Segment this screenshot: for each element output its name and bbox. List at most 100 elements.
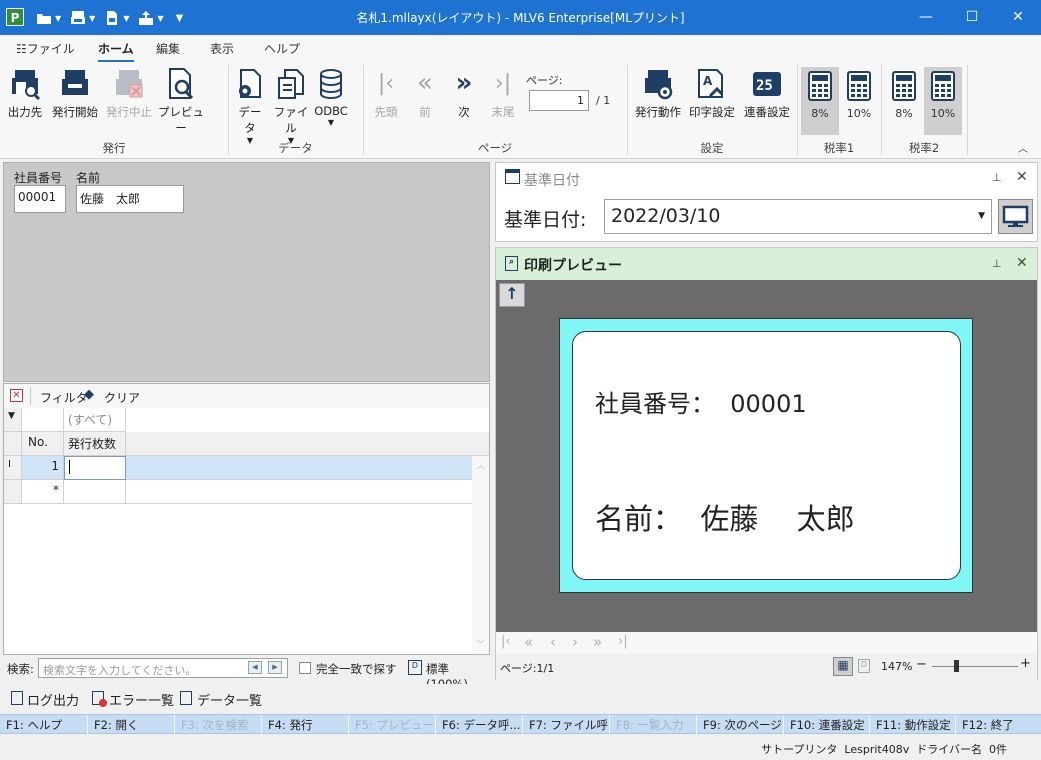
tab-log[interactable]: ログ出力	[27, 690, 79, 709]
column-header-no[interactable]: No.	[22, 432, 64, 456]
double-chevron-right-icon[interactable]: »	[593, 633, 602, 651]
scroll-up-icon[interactable]: ︿	[472, 460, 489, 471]
serial-setting-button[interactable]: 25 連番設定	[742, 68, 792, 120]
group-label-tax1: 税率1	[823, 141, 855, 155]
grid-view-icon[interactable]: ▦	[833, 657, 853, 676]
fkey-f5[interactable]: F5: プレビュー	[349, 715, 436, 734]
double-chevron-left-icon[interactable]: «	[524, 633, 533, 651]
fkey-f12[interactable]: F12: 終了	[956, 715, 1041, 734]
layout-form-area: 社員番号 00001 名前 佐藤 太郎	[3, 162, 490, 382]
tax2-8-button[interactable]: 8%	[885, 67, 923, 135]
close-filter-icon[interactable]: ✕	[10, 389, 23, 402]
data-button[interactable]: データ ▼	[233, 68, 267, 145]
print-setting-button[interactable]: A 印字設定	[688, 68, 736, 120]
last-page-icon[interactable]: ›|	[618, 634, 628, 649]
new-row-marker[interactable]: *	[22, 480, 64, 504]
zoom-doc-icon[interactable]: D	[408, 660, 422, 675]
vertical-scrollbar[interactable]: ︿ ﹀	[472, 456, 489, 654]
search-prev-icon[interactable]: ◀	[248, 661, 262, 674]
chevron-left-icon[interactable]: ‹	[550, 633, 556, 651]
prev-page-button[interactable]: « 前	[408, 68, 442, 120]
maximize-button[interactable]: ☐	[949, 0, 995, 35]
group-label-setting: 設定	[700, 141, 724, 155]
emp-no-field[interactable]: 00001	[14, 185, 66, 213]
filter-cell-count[interactable]: (すべて)	[64, 408, 126, 432]
issue-start-button[interactable]: 発行開始	[50, 68, 100, 120]
close-button[interactable]: ✕	[995, 0, 1041, 35]
fkey-f7[interactable]: F7: ファイル呼...	[523, 715, 610, 734]
exact-match-checkbox[interactable]	[299, 662, 311, 674]
last-page-button[interactable]: ›| 末尾	[486, 68, 520, 120]
printer-gear-icon	[642, 68, 674, 100]
issue-stop-button[interactable]: 発行中止	[104, 68, 154, 120]
zoom-in-icon[interactable]: +	[1020, 656, 1031, 671]
file-button[interactable]: ファイル ▼	[271, 68, 311, 145]
calculator-icon	[931, 71, 955, 101]
print-setting-tools-icon: A	[696, 68, 728, 100]
new-row-count[interactable]	[64, 480, 126, 504]
fkey-f1[interactable]: F1: ヘルプ	[0, 715, 88, 734]
first-page-button[interactable]: |‹ 先頭	[369, 68, 403, 120]
filter-cell-no[interactable]	[22, 408, 64, 432]
single-page-icon[interactable]: D	[858, 659, 870, 673]
chevron-down-icon[interactable]: ▼	[978, 211, 985, 221]
table-row-count-input[interactable]	[64, 456, 126, 480]
label-preview: 社員番号： 00001 名前： 佐藤 太郎	[559, 318, 973, 593]
fkey-f3[interactable]: F3: 次を検索	[175, 715, 262, 734]
printer-status: サトープリンタ Lesprit408v ドライバー名 0件	[761, 743, 1007, 756]
fkey-f11[interactable]: F11: 動作設定	[870, 715, 956, 734]
monitor-button[interactable]	[998, 199, 1033, 234]
pin-icon[interactable]: ⊥	[992, 257, 1002, 270]
collapse-ribbon-icon[interactable]: ︿	[1018, 140, 1028, 155]
tax2-10-button[interactable]: 10%	[924, 67, 962, 135]
tax1-10-button[interactable]: 10%	[840, 67, 878, 135]
tab-edit[interactable]: 編集	[156, 40, 180, 57]
odbc-dropdown-icon: ▼	[327, 118, 335, 127]
fkey-f9[interactable]: F9: 次のページ	[697, 715, 784, 734]
fkey-f10[interactable]: F10: 連番設定	[784, 715, 870, 734]
chevron-right-icon[interactable]: ›	[572, 633, 578, 651]
clear-button[interactable]: クリア	[104, 389, 140, 406]
odbc-button[interactable]: ODBC ▼	[313, 68, 349, 127]
scroll-down-icon[interactable]: ﹀	[472, 639, 489, 650]
close-panel-icon[interactable]: ✕	[1016, 255, 1028, 271]
group-label-issue: 発行	[102, 141, 126, 155]
zoom-slider[interactable]	[932, 666, 1018, 667]
first-page-icon[interactable]: |‹	[501, 634, 511, 649]
emp-no-label: 社員番号	[14, 171, 63, 185]
arrow-up-icon[interactable]: ↑	[499, 283, 525, 307]
calculator-icon	[808, 71, 832, 101]
minimize-button[interactable]: —	[903, 0, 949, 35]
label-emp-no-text: 社員番号： 00001	[595, 390, 807, 418]
fkey-f8[interactable]: F8: 一覧入力	[610, 715, 697, 734]
fkey-f4[interactable]: F4: 発行	[262, 715, 349, 734]
tab-errors[interactable]: エラー一覧	[109, 690, 174, 709]
search-next-icon[interactable]: ▶	[268, 661, 282, 674]
double-chevron-left-icon: «	[417, 68, 433, 98]
issue-action-button[interactable]: 発行動作	[632, 68, 684, 120]
tax1-8-button[interactable]: 8%	[801, 67, 839, 135]
output-button[interactable]: 出力先	[5, 68, 45, 120]
filter-button[interactable]: フィルタ	[40, 389, 88, 406]
name-field[interactable]: 佐藤 太郎	[76, 185, 184, 213]
tab-home[interactable]: ホーム	[98, 40, 134, 62]
fkey-f6[interactable]: F6: データ呼...	[436, 715, 523, 734]
tab-data-list[interactable]: データ一覧	[197, 690, 262, 709]
zoom-slider-thumb[interactable]	[954, 660, 959, 672]
close-panel-icon[interactable]: ✕	[1016, 169, 1028, 185]
column-header-count[interactable]: 発行枚数	[64, 432, 126, 456]
tab-view[interactable]: 表示	[210, 40, 234, 57]
tab-file[interactable]: ☷ファイル	[16, 40, 75, 57]
base-date-panel: 基準日付 ⊥ ✕ 基準日付: 2022/03/10 ▼	[495, 162, 1038, 242]
eraser-icon[interactable]: ◆	[84, 387, 94, 402]
pin-icon[interactable]: ⊥	[992, 171, 1002, 184]
zoom-out-icon[interactable]: −	[916, 657, 927, 672]
fkey-f2[interactable]: F2: 開く	[88, 715, 175, 734]
tab-help[interactable]: ヘルプ	[264, 40, 300, 57]
preview-button[interactable]: プレビュー	[157, 68, 205, 136]
base-date-select[interactable]: 2022/03/10 ▼	[604, 199, 992, 234]
table-row-no[interactable]: 1	[22, 456, 64, 480]
next-page-button[interactable]: » 次	[447, 68, 481, 120]
page-number-input[interactable]: 1	[529, 90, 589, 111]
list-icon: ☷	[16, 42, 27, 56]
